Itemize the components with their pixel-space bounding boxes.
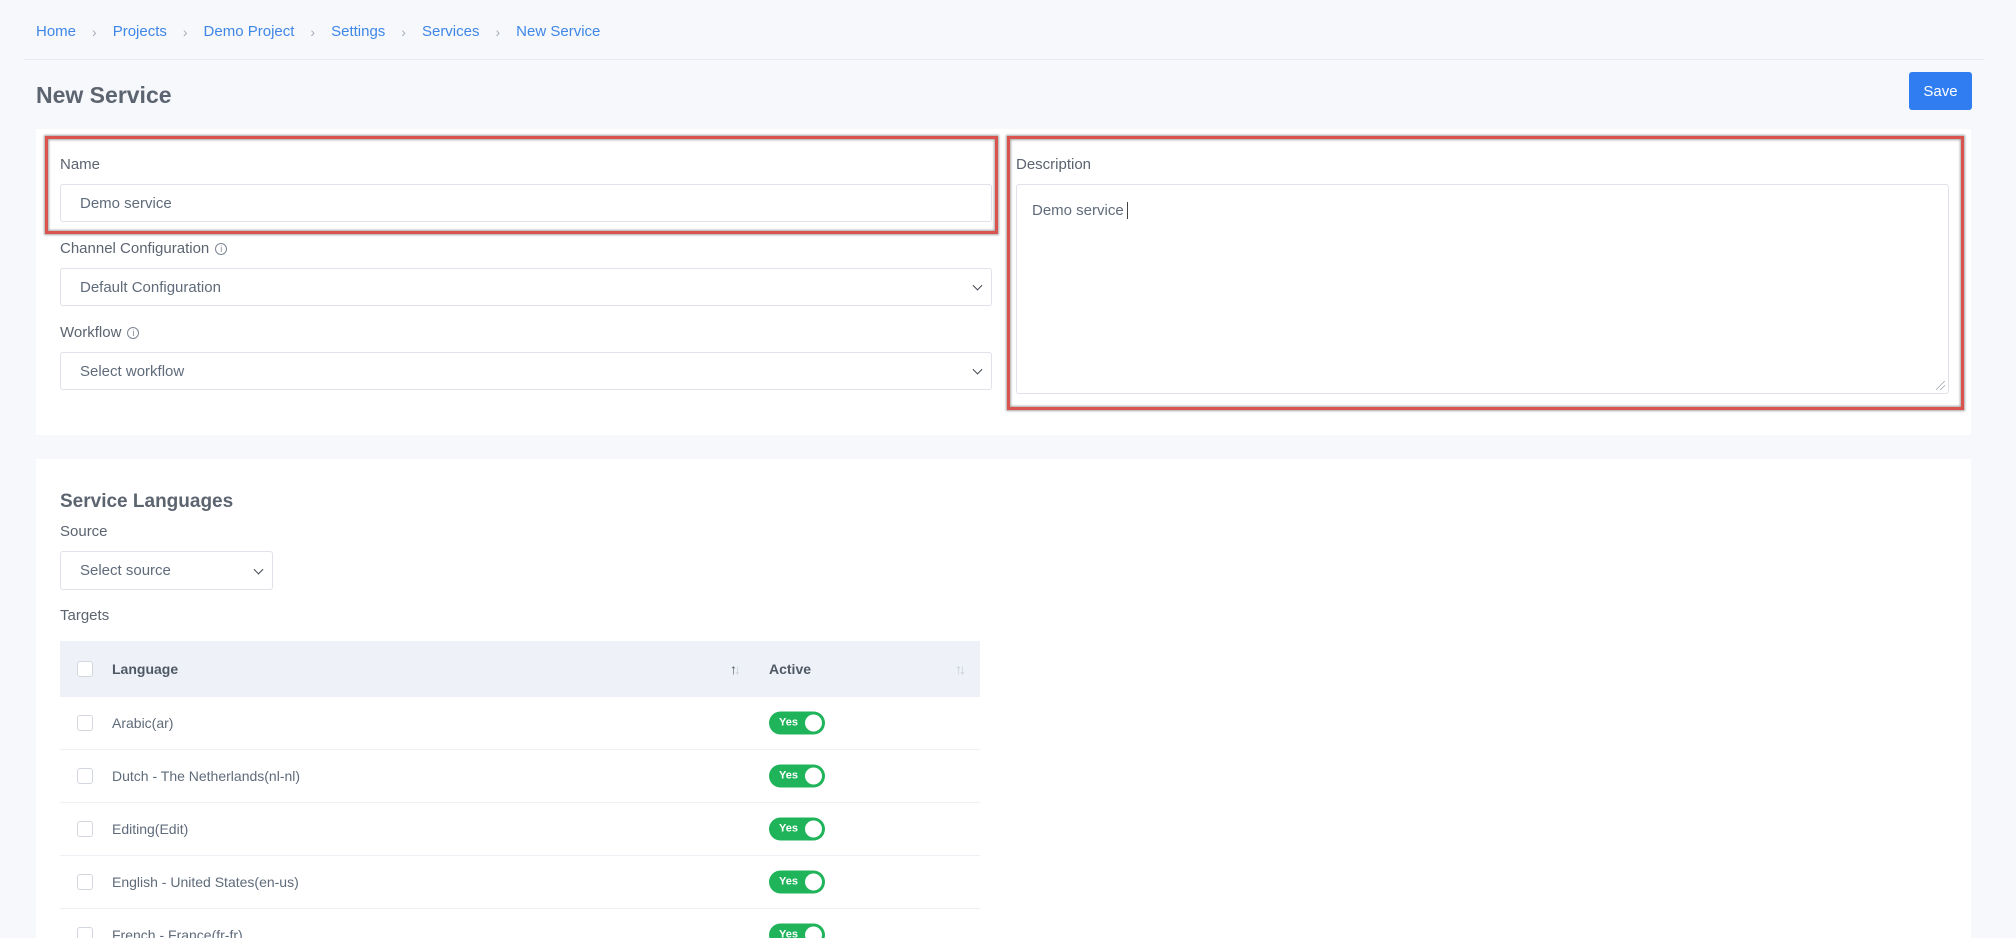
breadcrumb-demo-project[interactable]: Demo Project xyxy=(204,23,295,40)
breadcrumb-home[interactable]: Home xyxy=(36,23,76,40)
toggle-knob xyxy=(805,767,822,785)
breadcrumb-projects[interactable]: Projects xyxy=(113,23,167,40)
breadcrumb-new-service[interactable]: New Service xyxy=(516,23,600,40)
row-checkbox[interactable] xyxy=(77,927,93,938)
table-row: English - United States(en-us) Yes xyxy=(60,856,980,909)
description-field-highlight xyxy=(1007,136,1964,410)
targets-label: Targets xyxy=(60,607,110,624)
targets-table: Language ↑↓ Active ↑↓ Arabic(ar) Yes Dut… xyxy=(60,641,980,938)
column-header-language[interactable]: Language xyxy=(112,661,178,677)
name-field-highlight xyxy=(45,136,998,234)
language-cell: Editing(Edit) xyxy=(112,821,189,837)
active-toggle[interactable]: Yes xyxy=(769,870,825,894)
source-select[interactable]: Select source xyxy=(60,551,273,590)
toggle-knob xyxy=(805,926,822,938)
column-header-active[interactable]: Active xyxy=(769,661,811,677)
header-divider xyxy=(24,59,1984,60)
chevron-down-icon xyxy=(253,564,264,575)
chevron-right-icon: › xyxy=(495,23,501,40)
breadcrumb: Home › Projects › Demo Project › Setting… xyxy=(36,23,600,40)
language-cell: Arabic(ar) xyxy=(112,715,174,731)
chevron-right-icon: › xyxy=(401,23,406,40)
active-toggle[interactable]: Yes xyxy=(769,711,825,735)
table-row: Editing(Edit) Yes xyxy=(60,803,980,856)
row-checkbox[interactable] xyxy=(77,874,93,890)
toggle-knob xyxy=(805,820,822,838)
row-checkbox[interactable] xyxy=(77,715,93,731)
table-row: French - France(fr-fr) Yes xyxy=(60,909,980,938)
active-toggle[interactable]: Yes xyxy=(769,817,825,841)
info-icon[interactable]: i xyxy=(215,242,228,255)
active-toggle[interactable]: Yes xyxy=(769,764,825,788)
sort-icon[interactable]: ↑↓ xyxy=(955,661,966,677)
table-row: Arabic(ar) Yes xyxy=(60,697,980,750)
table-row: Dutch - The Netherlands(nl-nl) Yes xyxy=(60,750,980,803)
language-cell: English - United States(en-us) xyxy=(112,874,299,890)
sort-icon[interactable]: ↑↓ xyxy=(730,661,741,677)
active-toggle[interactable]: Yes xyxy=(769,923,825,938)
source-label: Source xyxy=(60,523,108,540)
chevron-right-icon: › xyxy=(310,23,316,40)
toggle-knob xyxy=(805,873,822,891)
language-cell: Dutch - The Netherlands(nl-nl) xyxy=(112,768,301,784)
workflow-label: Workflow i xyxy=(60,324,140,341)
chevron-down-icon xyxy=(972,364,983,375)
info-icon[interactable]: i xyxy=(127,326,140,339)
table-header: Language ↑↓ Active ↑↓ xyxy=(60,641,980,697)
toggle-knob xyxy=(805,714,822,732)
save-button[interactable]: Save xyxy=(1909,72,1972,110)
breadcrumb-services[interactable]: Services xyxy=(422,23,480,40)
chevron-down-icon xyxy=(972,280,983,291)
row-checkbox[interactable] xyxy=(77,821,93,837)
chevron-right-icon: › xyxy=(92,23,97,40)
language-cell: French - France(fr-fr) xyxy=(112,927,243,938)
page-title: New Service xyxy=(36,82,172,108)
channel-configuration-select[interactable]: Default Configuration xyxy=(60,268,992,306)
row-checkbox[interactable] xyxy=(77,768,93,784)
select-all-checkbox[interactable] xyxy=(77,661,93,677)
channel-configuration-label: Channel Configuration i xyxy=(60,240,228,257)
service-languages-title: Service Languages xyxy=(60,491,234,512)
breadcrumb-settings[interactable]: Settings xyxy=(331,23,385,40)
workflow-select[interactable]: Select workflow xyxy=(60,352,992,390)
chevron-right-icon: › xyxy=(182,23,188,40)
